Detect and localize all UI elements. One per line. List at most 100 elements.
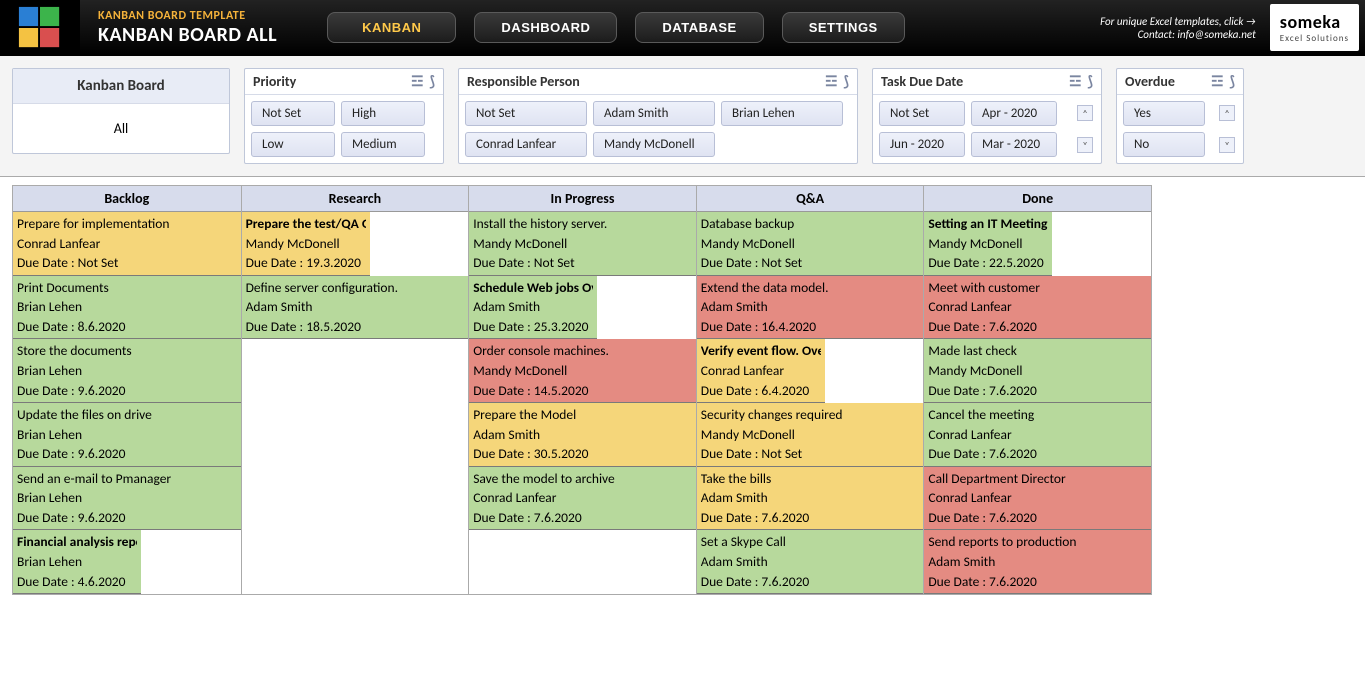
slicer-overdue-title: Overdue (1125, 73, 1175, 90)
kanban-card[interactable]: Take the billsAdam SmithDue Date : 7.6.2… (697, 467, 924, 531)
kanban-card[interactable]: Send reports to productionAdam SmithDue … (924, 530, 1151, 594)
card-title: Define server configuration. (246, 278, 465, 298)
nav-settings[interactable]: SETTINGS (782, 12, 905, 43)
scroll-up-icon[interactable]: ˄ (1077, 105, 1093, 121)
slicer-overdue: Overdue ☲ ⟆ Yes No ˄ ˅ (1116, 68, 1244, 164)
card-person: Mandy McDonell (701, 425, 920, 445)
kanban-card[interactable]: Save the model to archiveConrad LanfearD… (469, 467, 696, 531)
app-logo (0, 0, 80, 55)
chip-priority-high[interactable]: High (341, 101, 425, 126)
card-due-date: Due Date : 16.4.2020 (701, 317, 920, 337)
kanban-card[interactable]: Store the documentsBrian LehenDue Date :… (13, 339, 241, 403)
card-due-date: Due Date : 6.4.2020 (701, 381, 821, 401)
col-research: Research Prepare the test/QA Overdue !Ma… (241, 186, 469, 594)
kanban-card[interactable]: Database backupMandy McDonellDue Date : … (697, 212, 924, 276)
card-person: Mandy McDonell (928, 361, 1147, 381)
kanban-card[interactable]: Order console machines.Mandy McDonellDue… (469, 339, 696, 403)
multiselect-icon[interactable]: ☲ (1069, 73, 1082, 90)
card-person: Brian Lehen (17, 297, 237, 317)
card-title: Database backup (701, 214, 920, 234)
card-person: Brian Lehen (17, 425, 237, 445)
slicer-kanban-value[interactable]: All (13, 104, 229, 153)
multiselect-icon[interactable]: ☲ (825, 73, 838, 90)
chip-overdue-no[interactable]: No (1123, 132, 1205, 157)
kanban-card[interactable]: Prepare the test/QA Overdue !Mandy McDon… (242, 212, 370, 276)
slicer-priority: Priority ☲ ⟆ Not Set High Low Medium (244, 68, 444, 164)
kanban-card[interactable]: Made last checkMandy McDonellDue Date : … (924, 339, 1151, 403)
chip-resp-brian[interactable]: Brian Lehen (721, 101, 843, 126)
nav-kanban[interactable]: KANBAN (327, 12, 456, 43)
top-right-info: For unique Excel templates, click → Cont… (1100, 0, 1270, 55)
chip-resp-mandy[interactable]: Mandy McDonell (593, 132, 715, 157)
card-due-date: Due Date : 7.6.2020 (928, 444, 1147, 464)
chip-priority-notset[interactable]: Not Set (251, 101, 335, 126)
card-person: Mandy McDonell (473, 234, 692, 254)
slicer-responsible-title: Responsible Person (467, 73, 580, 90)
card-person: Adam Smith (928, 552, 1147, 572)
card-title: Setting an IT Meeting Overdue ! (928, 214, 1048, 234)
brand-name: someka (1280, 11, 1349, 33)
chip-priority-low[interactable]: Low (251, 132, 335, 157)
kanban-card[interactable]: Call Department DirectorConrad LanfearDu… (924, 467, 1151, 531)
card-due-date: Due Date : 7.6.2020 (701, 572, 920, 592)
card-due-date: Due Date : Not Set (701, 444, 920, 464)
templates-link[interactable]: For unique Excel templates, click → (1100, 15, 1256, 28)
kanban-card[interactable]: Prepare the ModelAdam SmithDue Date : 30… (469, 403, 696, 467)
nav-dashboard[interactable]: DASHBOARD (474, 12, 617, 43)
card-title: Security changes required (701, 405, 920, 425)
card-person: Conrad Lanfear (473, 488, 692, 508)
kanban-card[interactable]: Prepare for implementationConrad Lanfear… (13, 212, 241, 276)
card-person: Conrad Lanfear (17, 234, 237, 254)
kanban-card[interactable]: Define server configuration.Adam SmithDu… (242, 276, 469, 340)
chip-due-notset[interactable]: Not Set (879, 101, 965, 126)
chip-resp-conrad[interactable]: Conrad Lanfear (465, 132, 587, 157)
title-area: KANBAN BOARD TEMPLATE KANBAN BOARD ALL (80, 0, 307, 55)
clear-filter-icon[interactable]: ⟆ (1088, 73, 1093, 90)
slicer-priority-body: Not Set High Low Medium (245, 95, 443, 163)
kanban-card[interactable]: Setting an IT Meeting Overdue !Mandy McD… (924, 212, 1052, 276)
chip-resp-adam[interactable]: Adam Smith (593, 101, 715, 126)
kanban-card[interactable]: Install the history server.Mandy McDonel… (469, 212, 696, 276)
col-body-done: Setting an IT Meeting Overdue ! Mandy McD… (924, 212, 1151, 594)
clear-filter-icon[interactable]: ⟆ (1230, 73, 1235, 90)
card-person: Adam Smith (473, 297, 593, 317)
card-title: Schedule Web jobs Overdue ! (473, 278, 593, 298)
chip-due-apr[interactable]: Apr - 2020 (971, 101, 1057, 126)
kanban-card[interactable]: Schedule Web jobs Overdue !Adam SmithDue… (469, 276, 597, 340)
col-backlog: Backlog Prepare for implementationConrad… (13, 186, 241, 594)
card-due-date: Due Date : 22.5.2020 (928, 253, 1048, 273)
chip-due-jun[interactable]: Jun - 2020 (879, 132, 965, 157)
kanban-card[interactable]: Financial analysis report Overdue !Brian… (13, 530, 141, 594)
nav-database[interactable]: DATABASE (635, 12, 763, 43)
card-due-date: Due Date : 7.6.2020 (701, 508, 920, 528)
chip-resp-notset[interactable]: Not Set (465, 101, 587, 126)
multiselect-icon[interactable]: ☲ (1211, 73, 1224, 90)
kanban-card[interactable]: Cancel the meetingConrad LanfearDue Date… (924, 403, 1151, 467)
scroll-up-icon[interactable]: ˄ (1219, 105, 1235, 121)
clear-filter-icon[interactable]: ⟆ (844, 73, 849, 90)
scroll-down-icon[interactable]: ˅ (1077, 137, 1093, 153)
card-title: Save the model to archive (473, 469, 692, 489)
multiselect-icon[interactable]: ☲ (411, 73, 424, 90)
kanban-card[interactable]: Verify event flow. Overdue !Conrad Lanfe… (697, 339, 825, 403)
kanban-card[interactable]: Extend the data model.Adam SmithDue Date… (697, 276, 924, 340)
kanban-card[interactable]: Send an e-mail to PmanagerBrian LehenDue… (13, 467, 241, 531)
clear-filter-icon[interactable]: ⟆ (430, 73, 435, 90)
col-body-research: Prepare the test/QA Overdue !Mandy McDon… (242, 212, 469, 339)
card-title: Send reports to production (928, 532, 1147, 552)
kanban-card[interactable]: Set a Skype CallAdam SmithDue Date : 7.6… (697, 530, 924, 594)
kanban-card[interactable]: Print DocumentsBrian LehenDue Date : 8.6… (13, 276, 241, 340)
scroll-down-icon[interactable]: ˅ (1219, 137, 1235, 153)
card-person: Mandy McDonell (701, 234, 920, 254)
col-hdr-research: Research (242, 186, 469, 212)
kanban-card[interactable]: Meet with customerConrad LanfearDue Date… (924, 276, 1151, 340)
card-person: Brian Lehen (17, 361, 237, 381)
chip-priority-medium[interactable]: Medium (341, 132, 425, 157)
kanban-card[interactable]: Update the files on driveBrian LehenDue … (13, 403, 241, 467)
chip-overdue-yes[interactable]: Yes (1123, 101, 1205, 126)
card-due-date: Due Date : 19.3.2020 (246, 253, 366, 273)
card-due-date: Due Date : 9.6.2020 (17, 381, 237, 401)
col-body-qa: Database backupMandy McDonellDue Date : … (697, 212, 924, 594)
kanban-card[interactable]: Security changes requiredMandy McDonellD… (697, 403, 924, 467)
chip-due-mar[interactable]: Mar - 2020 (971, 132, 1057, 157)
